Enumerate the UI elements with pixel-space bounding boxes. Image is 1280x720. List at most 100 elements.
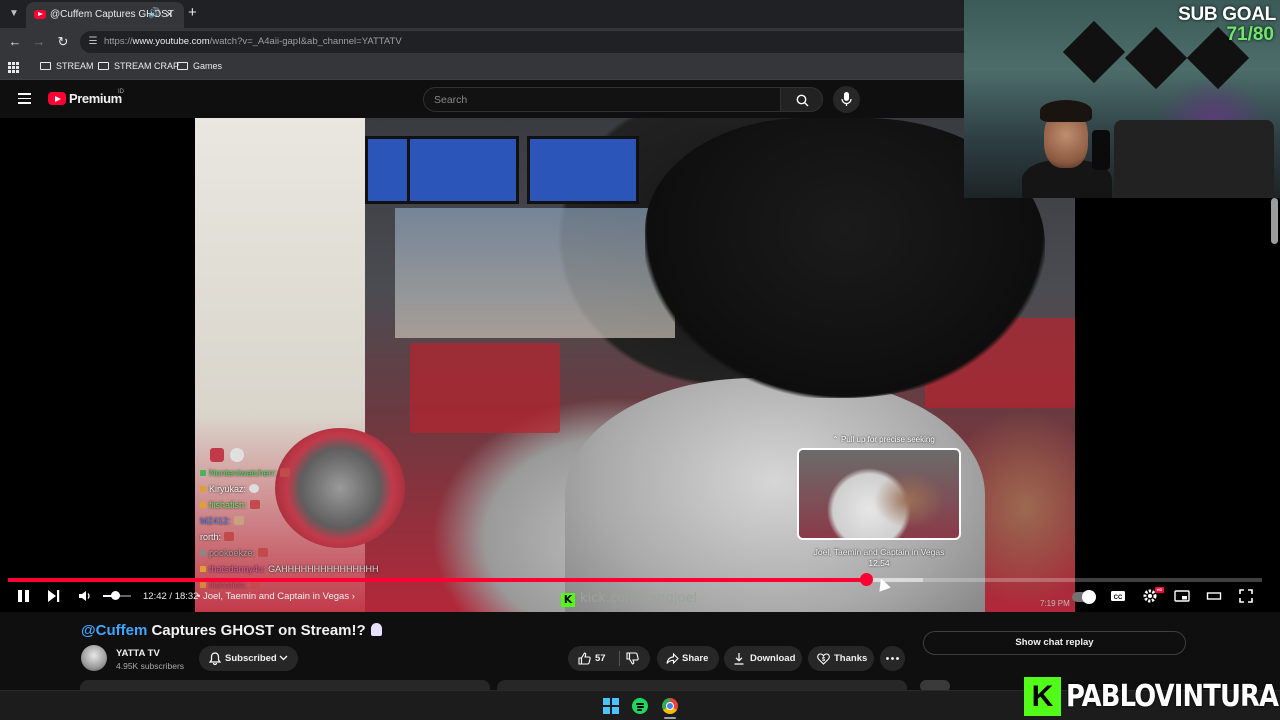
fullscreen-icon bbox=[1239, 589, 1253, 603]
kick-logo-icon: K bbox=[1024, 677, 1061, 716]
show-chat-replay-button[interactable]: Show chat replay bbox=[923, 631, 1186, 655]
chat-message: Kiryukaz: bbox=[200, 481, 420, 497]
download-icon bbox=[734, 653, 744, 665]
reload-icon[interactable]: ↻ bbox=[54, 33, 72, 51]
tab-search-chevron-icon[interactable]: ▼ bbox=[6, 6, 22, 22]
streamer-hair bbox=[1040, 100, 1092, 122]
channel-name[interactable]: YATTA TV bbox=[116, 648, 160, 659]
chat-user: fiishafish: bbox=[209, 500, 247, 510]
bookmark-folder[interactable]: STREAM bbox=[40, 61, 94, 71]
chapter-title[interactable]: • Joel, Taemin and Captain in Vegas › bbox=[197, 591, 355, 602]
like-count: 57 bbox=[595, 653, 606, 664]
chat-user: pookoekze: bbox=[209, 548, 256, 558]
next-icon bbox=[48, 590, 60, 602]
folder-icon bbox=[177, 62, 188, 70]
progress-bar[interactable] bbox=[8, 578, 1262, 582]
forward-arrow-icon[interactable]: → bbox=[30, 33, 48, 51]
fullscreen-button[interactable] bbox=[1238, 588, 1254, 606]
more-actions-button[interactable] bbox=[880, 646, 905, 671]
title-mention[interactable]: @Cuffem bbox=[81, 622, 147, 639]
subscriber-count: 4.95K subscribers bbox=[116, 661, 185, 671]
windows-start-icon[interactable] bbox=[603, 698, 619, 714]
voice-search-button[interactable] bbox=[833, 86, 860, 113]
bookmark-folder[interactable]: STREAM CRAP bbox=[98, 61, 179, 71]
search-button[interactable] bbox=[780, 87, 823, 112]
theater-icon bbox=[1206, 592, 1222, 600]
streamer-name: PABLOVINTURA bbox=[1066, 679, 1279, 714]
page-scrollbar[interactable] bbox=[1271, 198, 1278, 244]
miniplayer-button[interactable] bbox=[1174, 588, 1190, 606]
captions-icon: CC bbox=[1111, 591, 1125, 601]
chat-message: fiishafish: bbox=[200, 497, 420, 513]
microphone bbox=[1092, 130, 1110, 170]
browser-tab[interactable]: @Cuffem Captures GHOST 🔊 × bbox=[26, 2, 184, 28]
channel-avatar[interactable] bbox=[81, 645, 107, 671]
kick-logo-icon: K bbox=[561, 593, 575, 607]
chat-user: Kiryukaz: bbox=[209, 484, 247, 494]
bell-icon bbox=[209, 652, 221, 665]
chat-message: Nonteniwatcherr: bbox=[200, 465, 420, 481]
tab-audio-icon[interactable]: 🔊 bbox=[148, 8, 160, 19]
seek-hint: ⌃ Pull up for precise seeking bbox=[832, 435, 935, 444]
subscribed-button[interactable]: Subscribed bbox=[199, 646, 298, 671]
svg-text:$: $ bbox=[822, 657, 825, 663]
back-arrow-icon[interactable]: ← bbox=[6, 33, 24, 51]
menu-icon[interactable] bbox=[18, 93, 31, 104]
webcam-chair bbox=[1114, 120, 1274, 198]
url-text: https://www.youtube.com/watch?v=_A4aii-g… bbox=[104, 36, 402, 47]
svg-text:CC: CC bbox=[1114, 595, 1123, 601]
chat-user: MZ412: bbox=[200, 516, 231, 526]
bookmark-folder[interactable]: Games bbox=[177, 61, 222, 71]
time-display: 12:42 / 18:32 bbox=[143, 591, 199, 602]
folder-icon bbox=[98, 62, 109, 70]
subtitles-button[interactable]: CC bbox=[1110, 588, 1126, 606]
tab-close-icon[interactable]: × bbox=[166, 7, 173, 21]
miniplayer-icon bbox=[1174, 590, 1190, 602]
chat-message: pookoekze: bbox=[200, 545, 420, 561]
chat-user: Nonteniwatcherr: bbox=[209, 468, 278, 478]
youtube-logo-icon[interactable] bbox=[48, 92, 66, 105]
video-table bbox=[410, 343, 560, 433]
search-icon bbox=[796, 94, 809, 107]
chat-message: thatsdanny4u: GAHHHHHHHHHHHHHHH bbox=[200, 561, 420, 577]
new-tab-icon[interactable]: + bbox=[188, 4, 197, 21]
video-clock-overlay: 7:19 PM bbox=[1040, 599, 1070, 608]
pause-button[interactable] bbox=[17, 588, 30, 606]
volume-icon bbox=[79, 591, 90, 601]
youtube-brand[interactable]: Premium bbox=[69, 91, 122, 106]
skull-emote-icon bbox=[230, 448, 244, 462]
download-button[interactable]: Download bbox=[724, 646, 802, 671]
more-horizontal-icon bbox=[886, 657, 899, 660]
autoplay-toggle[interactable] bbox=[1072, 590, 1096, 604]
theater-mode-button[interactable] bbox=[1206, 588, 1222, 606]
video-tv-screen bbox=[527, 136, 639, 204]
video-tv-screen bbox=[407, 136, 519, 204]
thumbs-up-icon[interactable] bbox=[578, 652, 591, 665]
thumbs-down-icon[interactable] bbox=[626, 652, 639, 665]
site-info-icon[interactable]: ☰ bbox=[86, 35, 100, 49]
search-input[interactable]: Search bbox=[423, 87, 781, 112]
mute-button[interactable] bbox=[78, 588, 92, 606]
chrome-icon[interactable] bbox=[662, 698, 678, 714]
kick-watermark: Kkick.com/kangjoel bbox=[561, 591, 697, 607]
chat-text: GAHHHHHHHHHHHHHHH bbox=[268, 564, 379, 574]
apps-grid-icon[interactable] bbox=[8, 62, 19, 73]
video-window bbox=[395, 208, 675, 338]
chat-message: MZ412: bbox=[200, 513, 420, 529]
next-button[interactable] bbox=[47, 588, 61, 606]
thanks-button[interactable]: $ Thanks bbox=[808, 646, 874, 671]
share-icon bbox=[666, 652, 679, 665]
chat-user: rorth: bbox=[200, 532, 222, 542]
mic-icon bbox=[841, 92, 852, 106]
share-button[interactable]: Share bbox=[657, 646, 719, 671]
chat-overlay: Nonteniwatcherr: Kiryukaz: fiishafish: M… bbox=[200, 465, 420, 593]
sub-goal-value: 71/80 bbox=[1226, 24, 1274, 45]
address-bar[interactable]: ☰ https://www.youtube.com/watch?v=_A4aii… bbox=[80, 31, 980, 53]
spotify-icon[interactable] bbox=[632, 698, 648, 714]
hd-badge: HD bbox=[1155, 587, 1164, 593]
like-dislike-group: 57 bbox=[568, 646, 650, 671]
chat-message: rorth: bbox=[200, 529, 420, 545]
acoustic-panel bbox=[1062, 20, 1126, 84]
seek-preview-time: 12:54 bbox=[868, 558, 890, 568]
folder-icon bbox=[40, 62, 51, 70]
